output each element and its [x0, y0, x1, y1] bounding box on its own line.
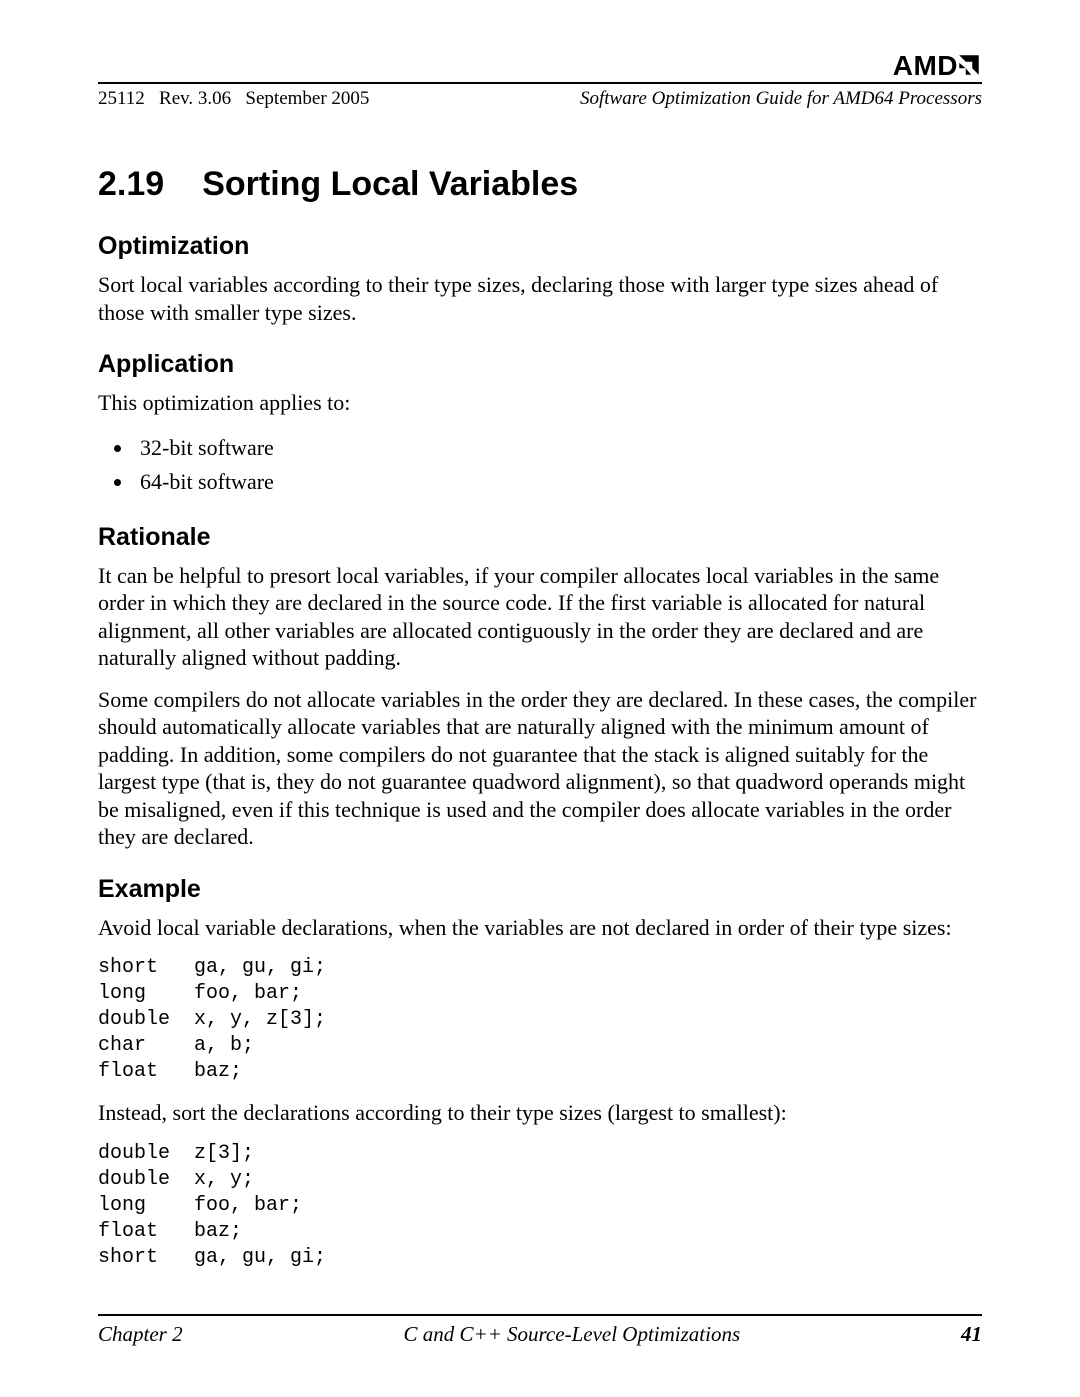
optimization-heading: Optimization [98, 232, 982, 261]
code-block-preferred: double z[3]; double x, y; long foo, bar;… [98, 1141, 982, 1271]
amd-logo: AMD [893, 50, 982, 82]
rationale-para-2: Some compilers do not allocate variables… [98, 686, 982, 851]
amd-arrow-icon [956, 52, 982, 78]
footer-title: C and C++ Source-Level Optimizations [403, 1322, 740, 1347]
doc-title: Software Optimization Guide for AMD64 Pr… [580, 88, 982, 110]
doc-meta: 25112 Rev. 3.06 September 2005 [98, 88, 369, 110]
logo-text: AMD [893, 50, 958, 81]
example-intro-1: Avoid local variable declarations, when … [98, 914, 982, 942]
section-title: Sorting Local Variables [202, 165, 578, 203]
optimization-text: Sort local variables according to their … [98, 271, 982, 326]
footer: Chapter 2 C and C++ Source-Level Optimiz… [98, 1314, 982, 1347]
application-intro: This optimization applies to: [98, 389, 982, 417]
footer-page: 41 [961, 1322, 982, 1347]
section-heading: 2.19 Sorting Local Variables [98, 165, 982, 204]
section-number: 2.19 [98, 165, 164, 204]
application-list: 32-bit software 64-bit software [98, 431, 982, 499]
example-intro-2: Instead, sort the declarations according… [98, 1099, 982, 1127]
doc-number: 25112 [98, 88, 145, 109]
rationale-heading: Rationale [98, 523, 982, 552]
footer-rule [98, 1314, 982, 1316]
header-line: 25112 Rev. 3.06 September 2005 Software … [98, 88, 982, 110]
doc-date: September 2005 [245, 88, 369, 109]
rationale-para-1: It can be helpful to presort local varia… [98, 562, 982, 672]
footer-chapter: Chapter 2 [98, 1322, 183, 1347]
example-heading: Example [98, 875, 982, 904]
code-block-avoid: short ga, gu, gi; long foo, bar; double … [98, 955, 982, 1085]
header-rule [98, 82, 982, 84]
application-heading: Application [98, 350, 982, 379]
list-item: 32-bit software [134, 431, 982, 465]
doc-rev: Rev. 3.06 [159, 88, 231, 109]
list-item: 64-bit software [134, 465, 982, 499]
